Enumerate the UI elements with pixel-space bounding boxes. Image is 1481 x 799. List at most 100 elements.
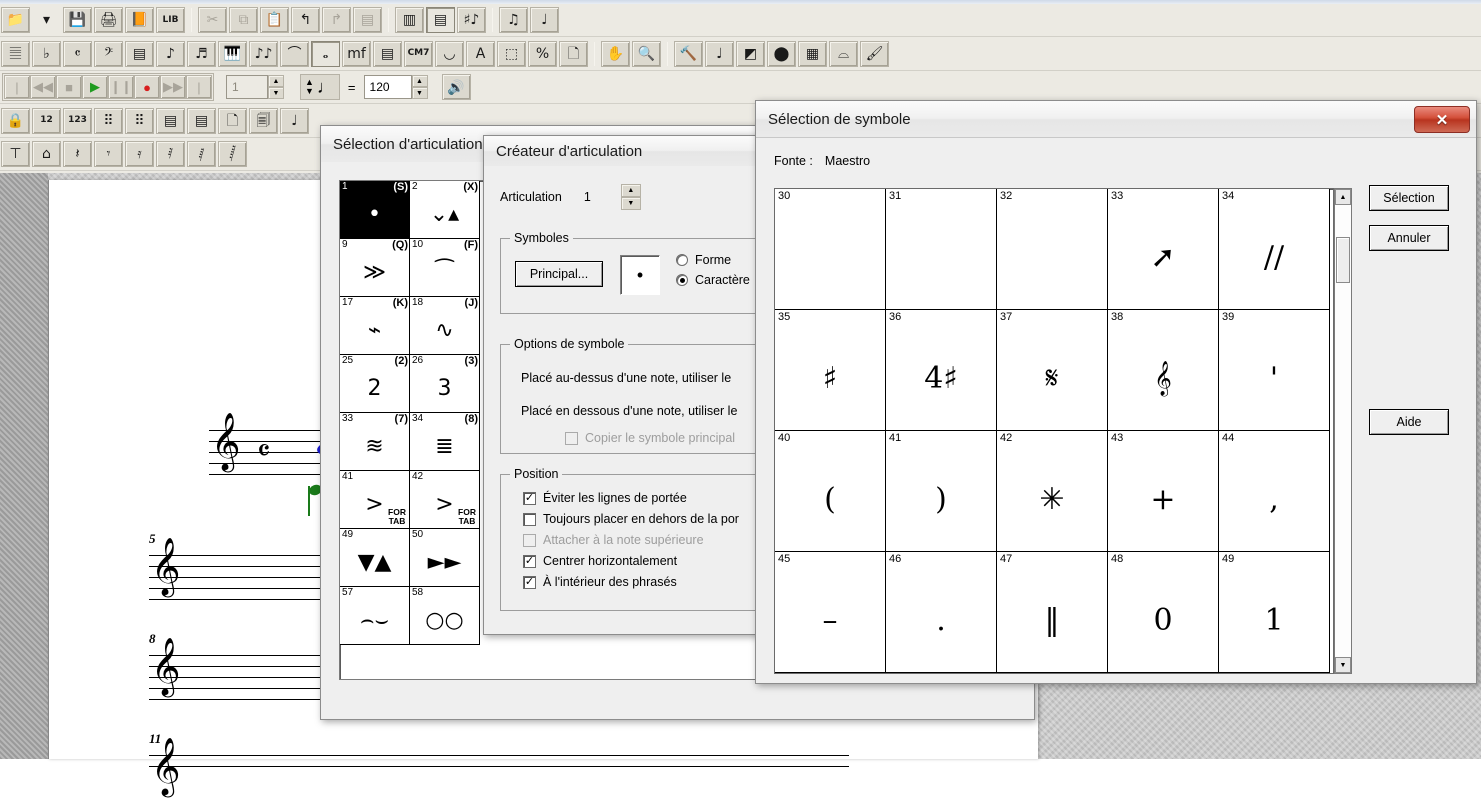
symbol-cell-43[interactable]: 43+ bbox=[1108, 431, 1219, 552]
symbol-cell-48[interactable]: 480 bbox=[1108, 552, 1219, 673]
accent-hat-icon[interactable]: ⌂ bbox=[32, 141, 61, 167]
tempo-spinner[interactable]: ▲ ▼ bbox=[412, 75, 428, 99]
page-1-2-icon[interactable]: 12 bbox=[32, 108, 61, 134]
symbol-cell-39[interactable]: 39' bbox=[1219, 310, 1330, 431]
smart-shape-icon[interactable]: ◡ bbox=[435, 41, 464, 67]
page-123-icon[interactable]: 123 bbox=[63, 108, 92, 134]
spinner-down-icon[interactable]: ▼ bbox=[412, 87, 428, 99]
grid-icon[interactable]: ▤ bbox=[353, 7, 382, 33]
note-spacing-icon[interactable]: ♩ bbox=[280, 108, 309, 134]
chord-icon[interactable]: CM7 bbox=[404, 41, 433, 67]
green-staff-arrow-icon[interactable]: ▤ bbox=[187, 108, 216, 134]
speedy-entry-icon[interactable]: ♬ bbox=[187, 41, 216, 67]
key-signature-icon[interactable]: ♭ bbox=[32, 41, 61, 67]
lock-icon[interactable]: 🔒 bbox=[1, 108, 30, 134]
symbol-cell-38[interactable]: 38𝄞 bbox=[1108, 310, 1219, 431]
dropdown-arrow-icon[interactable]: ▾ bbox=[32, 7, 61, 33]
measure-field[interactable]: 1 bbox=[226, 75, 268, 99]
percent-repeat-icon[interactable]: % bbox=[528, 41, 557, 67]
undo-icon[interactable]: ↰ bbox=[291, 7, 320, 33]
fast-forward-icon[interactable]: ▶▶ bbox=[160, 75, 186, 99]
whole-note-icon[interactable]: 𝅝 bbox=[311, 41, 340, 67]
to-start-icon[interactable]: | bbox=[4, 75, 30, 99]
cancel-button[interactable]: Annuler bbox=[1369, 225, 1449, 251]
eighth-rest-icon[interactable]: 𝄾 bbox=[94, 141, 123, 167]
spinner-up-icon[interactable]: ▲ bbox=[621, 184, 641, 197]
checkbox-box[interactable]: ✓ bbox=[523, 576, 536, 589]
articulation-cell-50[interactable]: 50►► bbox=[410, 529, 480, 587]
rewind-icon[interactable]: ◀◀ bbox=[30, 75, 56, 99]
green-staff-icon[interactable]: ▤ bbox=[156, 108, 185, 134]
symbol-cell-42[interactable]: 42✳ bbox=[997, 431, 1108, 552]
staff-system-4[interactable]: 11 𝄞 bbox=[149, 755, 849, 799]
select-button[interactable]: Sélection bbox=[1369, 185, 1449, 211]
articulation-cell-58[interactable]: 58○○ bbox=[410, 587, 480, 645]
slur-icon[interactable]: ⌒ bbox=[280, 41, 309, 67]
symbol-cell-32[interactable]: 32 bbox=[997, 189, 1108, 310]
bass-clef-icon[interactable]: 𝄢 bbox=[94, 41, 123, 67]
articulation-cell-26[interactable]: 26(3)3 bbox=[410, 355, 480, 413]
play-icon[interactable]: ▶ bbox=[82, 75, 108, 99]
scrollbar-thumb[interactable] bbox=[1336, 237, 1350, 283]
symbol-cell-37[interactable]: 37𝄋 bbox=[997, 310, 1108, 431]
checkbox-toujours-placer-en-dehors-de-la-po[interactable]: Toujours placer en dehors de la por bbox=[523, 512, 739, 526]
spinner-up-icon[interactable]: ▲ bbox=[412, 75, 428, 87]
symbol-cell-35[interactable]: 35♯ bbox=[775, 310, 886, 431]
brush-icon[interactable]: 🖌 bbox=[860, 41, 889, 67]
symbol-cell-33[interactable]: 33➚ bbox=[1108, 189, 1219, 310]
redo-icon[interactable]: ↱ bbox=[322, 7, 351, 33]
symbol-cell-47[interactable]: 47‖ bbox=[997, 552, 1108, 673]
symbol-cell-40[interactable]: 40( bbox=[775, 431, 886, 552]
quarter-rest-icon[interactable]: 𝄽 bbox=[63, 141, 92, 167]
colored-notes-icon[interactable]: ♯♪ bbox=[457, 7, 486, 33]
checkbox--viter-les-lignes-de-port-e[interactable]: ✓Éviter les lignes de portée bbox=[523, 491, 739, 505]
symbol-cell-49[interactable]: 491 bbox=[1219, 552, 1330, 673]
scroll-up-arrow-icon[interactable]: ▲ bbox=[1335, 189, 1351, 205]
book-icon[interactable]: 📙 bbox=[125, 7, 154, 33]
note-mover-icon[interactable]: ♩ bbox=[705, 41, 734, 67]
print-icon[interactable]: 🖨 bbox=[94, 7, 123, 33]
articulation-cell-34[interactable]: 34(8)≣ bbox=[410, 413, 480, 471]
radio-caract-re[interactable]: Caractère bbox=[676, 273, 750, 287]
checkbox-centrer-horizontalement[interactable]: ✓Centrer horizontalement bbox=[523, 554, 739, 568]
copy-icon[interactable]: ⧉ bbox=[229, 7, 258, 33]
dots-page-red-icon[interactable]: ⠿ bbox=[125, 108, 154, 134]
tempo-note-button[interactable]: ▲▼ ♩ bbox=[300, 74, 340, 100]
scroll-down-arrow-icon[interactable]: ▼ bbox=[1335, 657, 1351, 673]
page-layout-icon[interactable]: 🗋 bbox=[559, 41, 588, 67]
radio-forme[interactable]: Forme bbox=[676, 253, 750, 267]
articulation-cell-57[interactable]: 57⌢⌣ bbox=[340, 587, 410, 645]
articulation-cell-33[interactable]: 33(7)≋ bbox=[340, 413, 410, 471]
score-manager-icon[interactable]: ▦ bbox=[798, 41, 827, 67]
radio-button[interactable] bbox=[676, 254, 688, 266]
tuplet-icon[interactable]: ♪♪ bbox=[249, 41, 278, 67]
checkbox-box[interactable]: ✓ bbox=[523, 492, 536, 505]
tenuto-icon[interactable]: ⊤ bbox=[1, 141, 30, 167]
hammer-icon[interactable]: 🔨 bbox=[674, 41, 703, 67]
transport-controls[interactable]: |◀◀■▶❙❙●▶▶| bbox=[2, 73, 214, 101]
keyboard-icon[interactable]: 🎹 bbox=[218, 41, 247, 67]
symbol-cell-34[interactable]: 34// bbox=[1219, 189, 1330, 310]
checkbox--l-int-rieur-des-phras-s[interactable]: ✓À l'intérieur des phrasés bbox=[523, 575, 739, 589]
hundredtwentyeighth-rest-icon[interactable]: 𝅂 bbox=[218, 141, 247, 167]
articulation-cell-49[interactable]: 49▼▲ bbox=[340, 529, 410, 587]
wavy-note-icon[interactable]: ♩ bbox=[530, 7, 559, 33]
page-view-icon[interactable]: ▤ bbox=[426, 7, 455, 33]
symbol-cell-46[interactable]: 46. bbox=[886, 552, 997, 673]
spinner-up-icon[interactable]: ▲ bbox=[268, 75, 284, 87]
symbol-selection-dialog[interactable]: Sélection de symbole ✕ Fonte : Maestro 3… bbox=[755, 100, 1477, 684]
help-button[interactable]: Aide bbox=[1369, 409, 1449, 435]
thirtysecond-rest-icon[interactable]: 𝅀 bbox=[156, 141, 185, 167]
paste-icon[interactable]: 📋 bbox=[260, 7, 289, 33]
radio-button[interactable] bbox=[676, 274, 688, 286]
articulation-cell-17[interactable]: 17(K)⌁ bbox=[340, 297, 410, 355]
staff-lines-icon[interactable]: ▤ bbox=[373, 41, 402, 67]
shapes-icon[interactable]: ◩ bbox=[736, 41, 765, 67]
symbol-cell-36[interactable]: 364♯ bbox=[886, 310, 997, 431]
document-icon[interactable]: 🗋 bbox=[218, 108, 247, 134]
window-icon[interactable]: ⌓ bbox=[829, 41, 858, 67]
symbol-grid[interactable]: 30313233➚34//35♯364♯37𝄋38𝄞39'40(41)42✳43… bbox=[774, 188, 1334, 674]
zoom-icon[interactable]: 🔍 bbox=[632, 41, 661, 67]
tempo-field[interactable]: 120 bbox=[364, 75, 412, 99]
close-icon[interactable]: ✕ bbox=[1414, 106, 1470, 133]
